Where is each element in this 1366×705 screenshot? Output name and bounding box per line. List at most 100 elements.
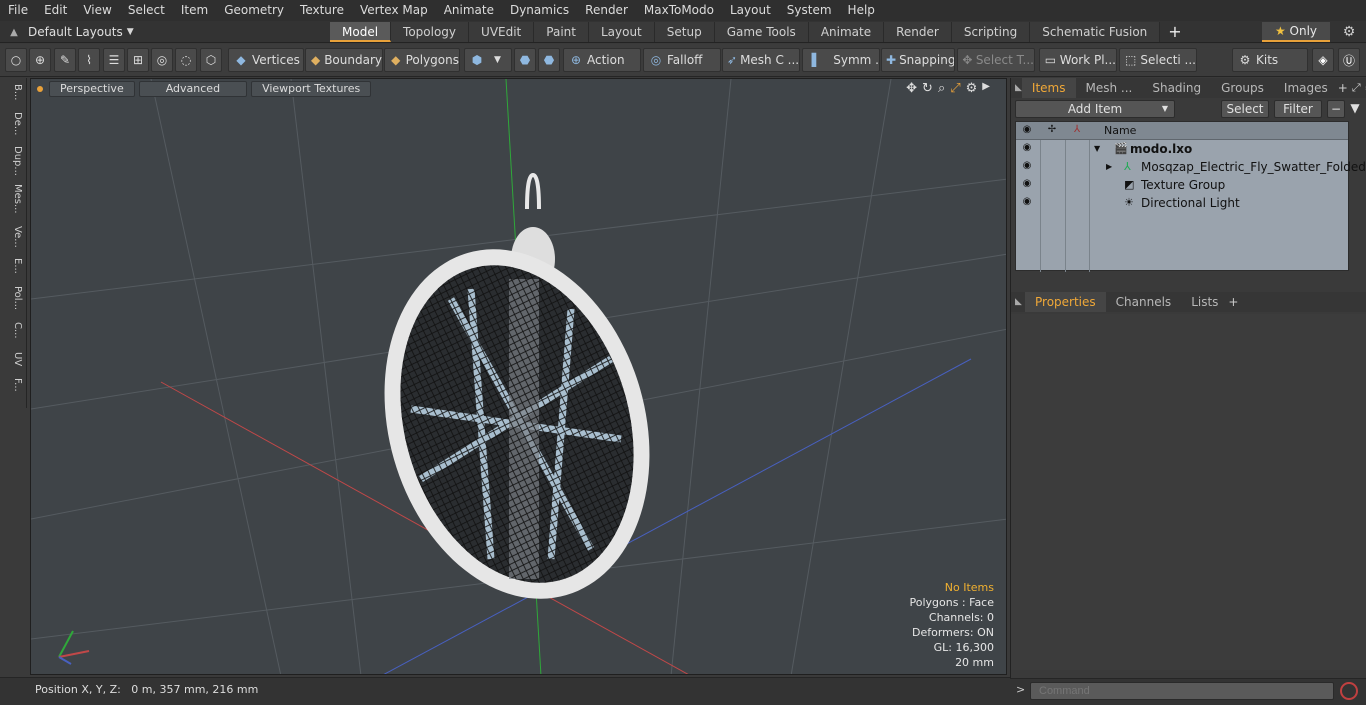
globe-button[interactable]: ⊕: [29, 48, 51, 72]
3d-viewport[interactable]: Perspective Advanced Viewport Textures ✥…: [30, 78, 1007, 675]
select-through-button[interactable]: ✥ Select T...: [957, 48, 1035, 72]
symmetry-button[interactable]: ▐ Symm ...: [802, 48, 880, 72]
command-input[interactable]: [1030, 682, 1334, 700]
tab-topology[interactable]: Topology: [391, 22, 470, 42]
tab-mesh[interactable]: Mesh ...: [1076, 78, 1143, 98]
expand-arrow-icon[interactable]: ▼: [1094, 140, 1100, 158]
menu-animate[interactable]: Animate: [436, 0, 502, 21]
zoom-icon[interactable]: ⌕: [938, 81, 945, 96]
vertices-button[interactable]: ◆ Vertices: [228, 48, 304, 72]
tab-items[interactable]: Items: [1021, 78, 1076, 98]
tab-game-tools[interactable]: Game Tools: [714, 22, 809, 42]
left-tab-duplicate[interactable]: Dup...: [3, 146, 23, 180]
mesh-constraint-button[interactable]: ➶ Mesh C ...: [722, 48, 800, 72]
panel-menu-icon[interactable]: ◣: [1011, 297, 1025, 307]
tab-render[interactable]: Render: [884, 22, 952, 42]
menu-file[interactable]: File: [0, 0, 36, 21]
left-tab-mesh-edit[interactable]: Mes...: [3, 184, 23, 218]
funnel-icon[interactable]: ▼: [1347, 100, 1363, 118]
item-mode-button[interactable]: ⬡: [200, 48, 222, 72]
menu-render[interactable]: Render: [577, 0, 636, 21]
add-panel-tab-icon[interactable]: +: [1338, 81, 1348, 95]
rotate-icon[interactable]: ↻: [922, 81, 933, 96]
tab-paint[interactable]: Paint: [534, 22, 589, 42]
visibility-column-icon[interactable]: ◉: [1021, 125, 1033, 135]
align-button[interactable]: ☰: [103, 48, 125, 72]
name-column-header[interactable]: Name: [1104, 122, 1136, 140]
boundary-button[interactable]: ◆ Boundary: [305, 48, 383, 72]
move-icon[interactable]: ✥: [906, 81, 917, 96]
left-tab-basic[interactable]: B...: [3, 84, 23, 108]
menu-vertex-map[interactable]: Vertex Map: [352, 0, 436, 21]
list-item[interactable]: ◉ ◩ Texture Group: [1016, 176, 1348, 194]
menu-select[interactable]: Select: [120, 0, 173, 21]
collapse-button[interactable]: −: [1327, 100, 1345, 118]
expand-arrow-icon[interactable]: ▶: [1106, 158, 1112, 176]
viewport-textures-dropdown[interactable]: Viewport Textures: [251, 81, 372, 97]
tab-layout[interactable]: Layout: [588, 22, 655, 42]
menu-texture[interactable]: Texture: [292, 0, 352, 21]
left-tab-polygon[interactable]: Pol...: [3, 286, 23, 318]
left-tab-vertex[interactable]: Ve...: [3, 226, 23, 254]
tab-animate[interactable]: Animate: [808, 22, 885, 42]
circle-select-button[interactable]: ○: [5, 48, 27, 72]
material-mode-button[interactable]: ⬢ ▼: [464, 48, 512, 72]
work-plane-button[interactable]: ▭ Work Pl...: [1039, 48, 1117, 72]
eye-icon[interactable]: ◉: [1021, 161, 1033, 171]
viewport-gear-icon[interactable]: ⚙: [966, 81, 978, 96]
fit-icon[interactable]: ⤢: [950, 81, 960, 96]
tab-model[interactable]: Model: [330, 22, 392, 42]
falloff-button[interactable]: ◎ Falloff: [643, 48, 721, 72]
left-tab-fusion[interactable]: F...: [3, 378, 23, 404]
eye-icon[interactable]: ◉: [1021, 143, 1033, 153]
panel-menu-icon[interactable]: ◣: [1011, 83, 1022, 93]
record-icon[interactable]: [1340, 682, 1358, 700]
brush-button[interactable]: ⌇: [78, 48, 100, 72]
only-toggle[interactable]: ★ Only: [1262, 22, 1330, 42]
snap-grid-button[interactable]: ⊞: [127, 48, 149, 72]
menu-layout[interactable]: Layout: [722, 0, 779, 21]
tab-setup[interactable]: Setup: [654, 22, 715, 42]
left-tab-edge[interactable]: E...: [3, 258, 23, 282]
layouts-selector[interactable]: ▲ Default Layouts ▼: [0, 21, 134, 43]
action-center-button[interactable]: ⊕ Action: [563, 48, 641, 72]
tab-groups[interactable]: Groups: [1211, 78, 1274, 98]
menu-edit[interactable]: Edit: [36, 0, 75, 21]
tab-uvedit[interactable]: UVEdit: [469, 22, 535, 42]
lock-column-icon[interactable]: ✢: [1046, 125, 1058, 135]
menu-help[interactable]: Help: [840, 0, 883, 21]
kits-button[interactable]: ⚙ Kits: [1232, 48, 1308, 72]
list-item[interactable]: ◉ ☀ Directional Light: [1016, 194, 1348, 212]
eye-icon[interactable]: ◉: [1021, 179, 1033, 189]
tab-schematic-fusion[interactable]: Schematic Fusion: [1030, 22, 1161, 42]
snapping-button[interactable]: ✚ Snapping: [881, 48, 955, 72]
list-item[interactable]: ◉ ▶ ⅄ Mosqzap_Electric_Fly_Swatter_Folde…: [1016, 158, 1366, 176]
left-tab-curve[interactable]: C...: [3, 322, 23, 346]
left-tab-deform[interactable]: De...: [3, 112, 23, 142]
items-scrollbar[interactable]: [1015, 272, 1349, 282]
menu-item[interactable]: Item: [173, 0, 216, 21]
unreal-button[interactable]: Ⓤ: [1338, 48, 1360, 72]
menu-geometry[interactable]: Geometry: [216, 0, 292, 21]
polygons-button[interactable]: ◆ Polygons: [384, 48, 460, 72]
select-button[interactable]: Select: [1221, 100, 1269, 118]
gear-icon[interactable]: ⚙: [1341, 24, 1357, 40]
menu-maxtomodo[interactable]: MaxToModo: [636, 0, 722, 21]
eye-icon[interactable]: ◉: [1021, 197, 1033, 207]
pen-tool-button[interactable]: ✎: [54, 48, 76, 72]
perspective-dropdown[interactable]: Perspective: [49, 81, 135, 97]
tab-channels[interactable]: Channels: [1106, 292, 1182, 312]
menu-system[interactable]: System: [779, 0, 840, 21]
render-column-icon[interactable]: ⅄: [1071, 125, 1083, 135]
advanced-dropdown[interactable]: Advanced: [138, 81, 248, 97]
left-tab-uv[interactable]: UV: [3, 352, 23, 374]
symmetry-y-button[interactable]: ⬣: [538, 48, 560, 72]
selection-sets-button[interactable]: ⬚ Selecti ...: [1119, 48, 1197, 72]
tab-scripting[interactable]: Scripting: [951, 22, 1031, 42]
sphere-button[interactable]: ◌: [175, 48, 197, 72]
add-item-button[interactable]: Add Item ▼: [1015, 100, 1175, 118]
tab-lists[interactable]: Lists: [1181, 292, 1228, 312]
tab-shading[interactable]: Shading: [1142, 78, 1211, 98]
menu-dynamics[interactable]: Dynamics: [502, 0, 577, 21]
menu-view[interactable]: View: [75, 0, 119, 21]
